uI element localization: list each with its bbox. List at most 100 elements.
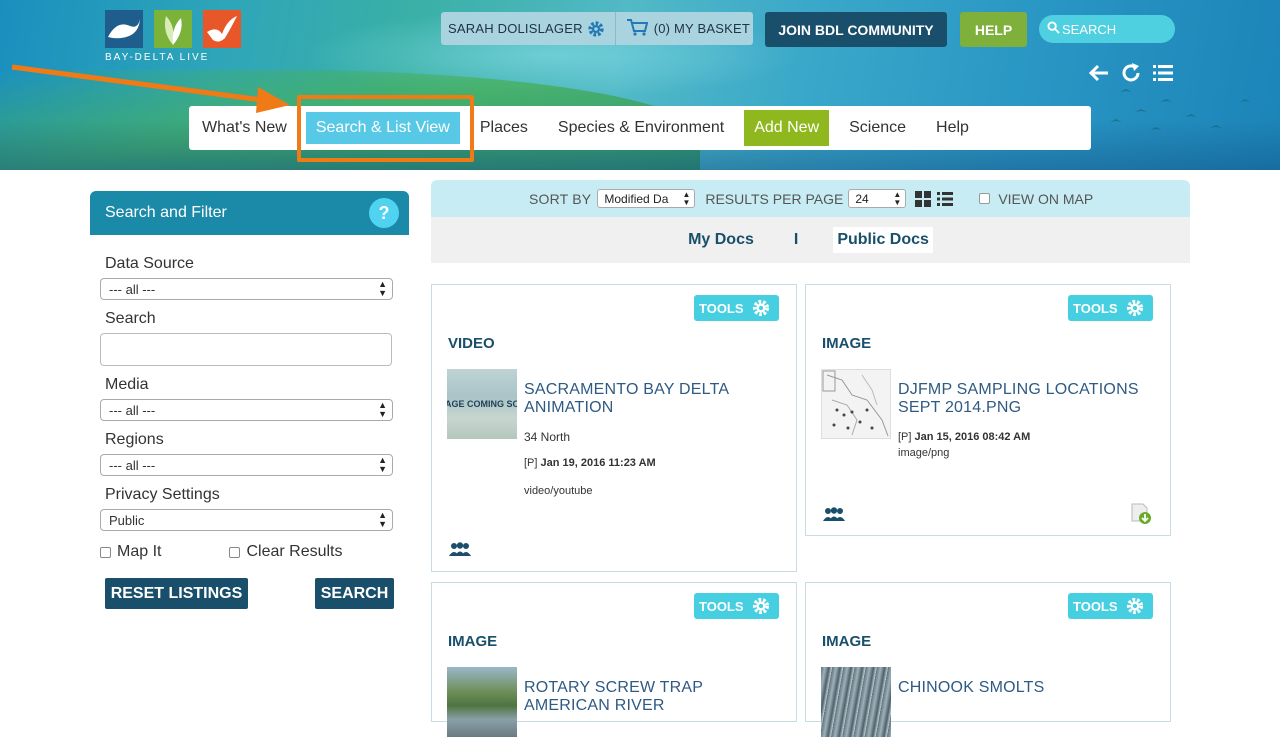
- nav-species-environment[interactable]: Species & Environment: [546, 112, 736, 144]
- search-button[interactable]: SEARCH: [315, 578, 394, 609]
- map-it-checkbox[interactable]: Map It: [100, 543, 161, 561]
- search-filter-panel: Search and Filter ? Data Source --- all …: [90, 191, 409, 610]
- privacy-value: Public: [109, 512, 145, 528]
- privacy-flag: [P]: [898, 431, 912, 443]
- photo-thumbnail[interactable]: [447, 667, 517, 737]
- select-arrows-icon: ▲ ▼: [378, 279, 387, 298]
- annotation-arrow: [11, 64, 290, 113]
- media-select[interactable]: --- all --- ▲ ▼: [100, 399, 393, 421]
- download-icon[interactable]: [1130, 503, 1152, 525]
- result-card: TOOLS IMAGE ROTARY SCREW TRAP AMERICAN R…: [431, 582, 797, 737]
- nav-whats-new[interactable]: What's New: [190, 112, 299, 144]
- card-date: [P] Jan 15, 2016 08:42 AM: [898, 431, 1030, 443]
- annotation-highlight-box: [297, 95, 474, 162]
- gear-icon[interactable]: [587, 20, 605, 38]
- cart-icon: [626, 18, 648, 39]
- nav-places[interactable]: Places: [468, 112, 540, 144]
- result-card: TOOLS VIDEO IMAGE COMING SOON SACRAMENTO…: [431, 284, 797, 572]
- per-page-value: 24: [855, 191, 869, 206]
- card-date-value: Jan 19, 2016 11:23 AM: [540, 457, 656, 469]
- panel-title: Search and Filter: [105, 204, 227, 221]
- video-thumbnail[interactable]: IMAGE COMING SOON: [447, 369, 517, 439]
- tools-button[interactable]: TOOLS: [1068, 295, 1153, 321]
- privacy-flag: [P]: [524, 457, 538, 469]
- card-title-link[interactable]: CHINOOK SMOLTS: [898, 679, 1153, 697]
- help-question-icon[interactable]: ?: [369, 198, 399, 228]
- tab-separator: I: [793, 231, 799, 248]
- sort-select[interactable]: Modified Da ▲ ▼: [597, 189, 696, 208]
- tools-button[interactable]: TOOLS: [694, 295, 779, 321]
- user-name-link[interactable]: SARAH DOLISLAGER: [448, 21, 583, 36]
- reset-listings-button[interactable]: RESET LISTINGS: [105, 578, 248, 609]
- checkbox-box: [979, 193, 991, 204]
- back-arrow-icon[interactable]: [1088, 62, 1110, 84]
- site-search-input[interactable]: SEARCH: [1039, 15, 1175, 43]
- gear-icon: [1126, 597, 1143, 615]
- photo-thumbnail[interactable]: [821, 667, 891, 737]
- search-placeholder: SEARCH: [1062, 21, 1117, 37]
- leaf-icon: [154, 10, 192, 48]
- search-label: Search: [105, 310, 156, 327]
- privacy-select[interactable]: Public ▲ ▼: [100, 509, 393, 531]
- checkbox-box: [229, 546, 241, 558]
- media-type-label: IMAGE: [448, 633, 498, 650]
- data-source-select[interactable]: --- all --- ▲ ▼: [100, 278, 393, 300]
- card-title-link[interactable]: ROTARY SCREW TRAP AMERICAN RIVER: [524, 679, 779, 715]
- tools-button[interactable]: TOOLS: [694, 593, 779, 619]
- results-toolbar: SORT BY Modified Da ▲ ▼ RESULTS PER PAGE …: [431, 180, 1190, 217]
- privacy-label: Privacy Settings: [105, 486, 220, 503]
- view-on-map-checkbox[interactable]: VIEW ON MAP: [979, 191, 1093, 207]
- nav-add-new[interactable]: Add New: [744, 110, 830, 146]
- card-title-link[interactable]: SACRAMENTO BAY DELTA ANIMATION: [524, 381, 779, 417]
- search-field[interactable]: [100, 333, 392, 366]
- grid-view-icon[interactable]: [915, 190, 932, 207]
- tools-label: TOOLS: [1073, 300, 1118, 316]
- sort-value: Modified Da: [604, 191, 669, 206]
- result-card: TOOLS IMAGE DJFMP SAMPLING LOCATIONS SEP…: [805, 284, 1171, 536]
- join-community-button[interactable]: JOIN BDL COMMUNITY: [765, 12, 947, 47]
- select-arrows-icon: ▲ ▼: [378, 510, 387, 529]
- map-it-label: Map It: [117, 543, 162, 560]
- per-page-select[interactable]: 24 ▲ ▼: [848, 189, 907, 208]
- tools-button[interactable]: TOOLS: [1068, 593, 1153, 619]
- card-title-link[interactable]: DJFMP SAMPLING LOCATIONS SEPT 2014.PNG: [898, 381, 1153, 417]
- list-view-icon[interactable]: [937, 191, 954, 207]
- help-button[interactable]: HELP: [960, 12, 1027, 47]
- tab-public-docs[interactable]: Public Docs: [833, 227, 933, 253]
- map-thumbnail[interactable]: [821, 369, 891, 439]
- media-type-label: VIDEO: [448, 335, 495, 352]
- group-icon: [823, 507, 845, 521]
- nav-help[interactable]: Help: [924, 112, 981, 144]
- media-value: --- all ---: [109, 402, 156, 418]
- doc-tabs: My Docs I Public Docs: [431, 217, 1190, 263]
- tab-my-docs[interactable]: My Docs: [688, 231, 754, 249]
- bird-icon: [203, 10, 241, 48]
- card-mime: image/png: [898, 447, 950, 459]
- card-date: [P] Jan 19, 2016 11:23 AM: [524, 457, 656, 469]
- regions-select[interactable]: --- all --- ▲ ▼: [100, 454, 393, 476]
- card-date-value: Jan 15, 2016 08:42 AM: [914, 431, 1031, 443]
- checkbox-box: [100, 546, 111, 558]
- birds-decoration: [1110, 89, 1250, 130]
- clear-results-checkbox[interactable]: Clear Results: [229, 543, 343, 561]
- media-type-label: IMAGE: [822, 335, 872, 352]
- result-card: TOOLS IMAGE CHINOOK SMOLTS: [805, 582, 1171, 737]
- gear-icon: [1126, 299, 1143, 317]
- search-icon: [1047, 21, 1060, 37]
- select-arrows-icon: ▲ ▼: [378, 455, 387, 474]
- regions-value: --- all ---: [109, 457, 156, 473]
- group-icon: [449, 542, 471, 556]
- nav-science[interactable]: Science: [837, 112, 918, 144]
- list-menu-icon[interactable]: [1152, 62, 1174, 84]
- media-type-label: IMAGE: [822, 633, 872, 650]
- card-mime: video/youtube: [524, 485, 593, 497]
- gear-icon: [752, 299, 769, 317]
- card-author: 34 North: [524, 430, 571, 444]
- per-page-label: RESULTS PER PAGE: [705, 190, 844, 207]
- select-arrows-icon: ▲ ▼: [893, 189, 902, 207]
- select-arrows-icon: ▲ ▼: [378, 400, 387, 419]
- basket-link[interactable]: (0) MY BASKET: [614, 12, 750, 45]
- data-source-label: Data Source: [105, 255, 194, 272]
- refresh-icon[interactable]: [1120, 62, 1142, 84]
- data-source-value: --- all ---: [109, 281, 156, 297]
